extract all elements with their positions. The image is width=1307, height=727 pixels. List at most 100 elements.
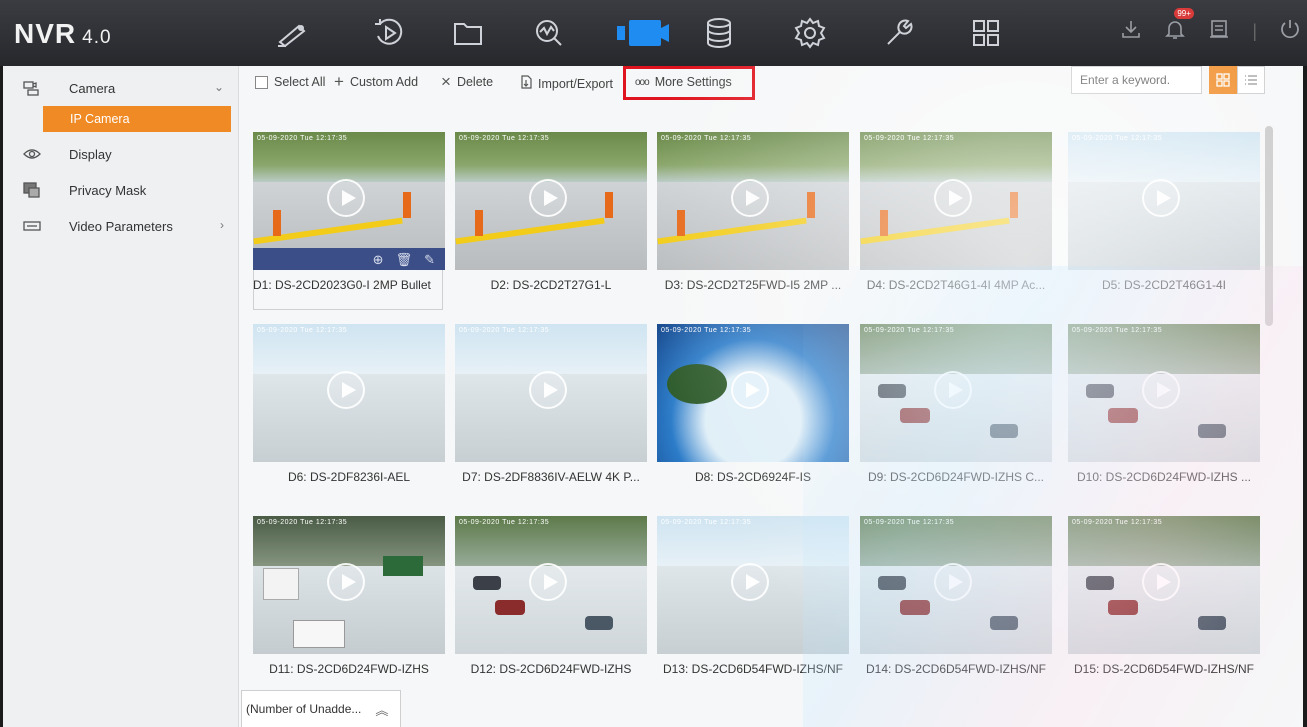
storage-icon[interactable] bbox=[697, 12, 741, 54]
plus-icon: + bbox=[334, 72, 344, 91]
delete-button[interactable]: × Delete bbox=[441, 73, 493, 90]
notification-bell-icon[interactable]: 99+ bbox=[1164, 8, 1194, 45]
sidebar: Camera ⌄ IP Camera Display Privacy Mask … bbox=[3, 66, 239, 727]
play-icon[interactable] bbox=[327, 563, 365, 601]
camera-thumbnail[interactable]: 05-09-2020 Tue 12:17:35 bbox=[1068, 324, 1260, 462]
unadded-devices-tab[interactable]: (Number of Unadde... ︽ bbox=[241, 690, 401, 727]
camera-label: D4: DS-2CD2T46G1-4I 4MP Ac... bbox=[866, 278, 1046, 292]
play-icon[interactable] bbox=[1142, 179, 1180, 217]
camera-thumbnail[interactable]: 05-09-2020 Tue 12:17:35 bbox=[253, 516, 445, 654]
camera-thumbnail[interactable]: 05-09-2020 Tue 12:17:35 bbox=[455, 516, 647, 654]
playback-icon[interactable] bbox=[367, 12, 411, 54]
play-icon[interactable] bbox=[731, 179, 769, 217]
camera-bank-icon bbox=[23, 80, 53, 96]
osd-timestamp: 05-09-2020 Tue 12:17:35 bbox=[1072, 519, 1163, 526]
camera-thumbnail[interactable]: 05-09-2020 Tue 12:17:35 bbox=[1068, 516, 1260, 654]
download-icon[interactable] bbox=[1120, 18, 1142, 45]
import-export-button[interactable]: Import/Export bbox=[520, 75, 613, 92]
sidebar-item-privacy-mask[interactable]: Privacy Mask bbox=[3, 172, 238, 208]
camera-label: D15: DS-2CD6D54FWD-IZHS/NF bbox=[1073, 662, 1255, 676]
camera-label: D7: DS-2DF8836IV-AELW 4K P... bbox=[462, 470, 640, 484]
edit-icon[interactable]: ✎ bbox=[424, 252, 435, 268]
settings-gear-icon[interactable] bbox=[788, 12, 832, 54]
select-all-checkbox[interactable]: Select All bbox=[255, 75, 325, 89]
play-icon[interactable] bbox=[529, 563, 567, 601]
vertical-scrollbar[interactable] bbox=[1265, 126, 1273, 326]
camera-thumbnail[interactable]: 05-09-2020 Tue 12:17:35 bbox=[253, 324, 445, 462]
play-icon[interactable] bbox=[529, 179, 567, 217]
maintenance-wrench-icon[interactable] bbox=[877, 12, 921, 54]
sidebar-subitem-ip-camera[interactable]: IP Camera bbox=[43, 106, 231, 132]
play-icon[interactable] bbox=[934, 563, 972, 601]
play-icon[interactable] bbox=[731, 563, 769, 601]
camera-tile[interactable]: 05-09-2020 Tue 12:17:35 D14: DS-2CD6D54FW… bbox=[860, 516, 1052, 696]
play-icon[interactable] bbox=[327, 371, 365, 409]
camera-config-icon[interactable] bbox=[607, 12, 677, 54]
notification-badge: 99+ bbox=[1174, 8, 1194, 19]
camera-tile[interactable]: 05-09-2020 Tue 12:17:35 D10: DS-2CD6D24FW… bbox=[1068, 324, 1260, 504]
play-icon[interactable] bbox=[934, 179, 972, 217]
osd-timestamp: 05-09-2020 Tue 12:17:35 bbox=[661, 327, 752, 334]
select-all-label: Select All bbox=[274, 75, 326, 89]
play-icon[interactable] bbox=[327, 179, 365, 217]
camera-thumbnail[interactable]: 05-09-2020 Tue 12:17:35 bbox=[455, 324, 647, 462]
sidebar-item-camera[interactable]: Camera ⌄ bbox=[3, 70, 238, 106]
osd-timestamp: 05-09-2020 Tue 12:17:35 bbox=[459, 135, 550, 142]
camera-label: D11: DS-2CD6D24FWD-IZHS bbox=[269, 662, 429, 676]
privacy-mask-icon bbox=[23, 182, 53, 198]
power-icon[interactable] bbox=[1279, 18, 1301, 45]
sidebar-item-video-parameters[interactable]: Video Parameters › bbox=[3, 208, 238, 244]
camera-tile[interactable]: 05-09-2020 Tue 12:17:35 D11: DS-2CD6D24FW… bbox=[253, 516, 445, 696]
camera-thumbnail[interactable]: 05-09-2020 Tue 12:17:35 bbox=[860, 132, 1052, 270]
camera-tile[interactable]: 05-09-2020 Tue 12:17:35 D2: DS-2CD2T27G1-… bbox=[455, 132, 647, 312]
osd-timestamp: 05-09-2020 Tue 12:17:35 bbox=[257, 519, 348, 526]
apps-grid-icon[interactable] bbox=[964, 12, 1008, 54]
camera-tile[interactable]: 05-09-2020 Tue 12:17:35 D6: DS-2DF8236I-A… bbox=[253, 324, 445, 504]
camera-label: D1: DS-2CD2023G0-I 2MP Bullet bbox=[253, 278, 431, 292]
search-input[interactable]: Enter a keyword. bbox=[1071, 66, 1202, 94]
camera-tile[interactable]: 05-09-2020 Tue 12:17:35 D4: DS-2CD2T46G1-… bbox=[860, 132, 1052, 312]
custom-add-button[interactable]: + Custom Add bbox=[334, 72, 419, 91]
delete-icon[interactable]: 🗑 bbox=[396, 252, 413, 268]
camera-label: D5: DS-2CD2T46G1-4I bbox=[1101, 278, 1227, 292]
camera-thumbnail[interactable]: 05-09-2020 Tue 12:17:35 bbox=[657, 132, 849, 270]
camera-tile[interactable]: 05-09-2020 Tue 12:17:35 D9: DS-2CD6D24FWD… bbox=[860, 324, 1052, 504]
camera-thumbnail[interactable]: 05-09-2020 Tue 12:17:35 bbox=[657, 324, 849, 462]
camera-tile[interactable]: 05-09-2020 Tue 12:17:35 D7: DS-2DF8836IV-… bbox=[455, 324, 647, 504]
osd-timestamp: 05-09-2020 Tue 12:17:35 bbox=[661, 135, 752, 142]
play-icon[interactable] bbox=[1142, 371, 1180, 409]
camera-thumbnail[interactable]: 05-09-2020 Tue 12:17:35 bbox=[455, 132, 647, 270]
camera-thumbnail[interactable]: 05-09-2020 Tue 12:17:35 bbox=[1068, 132, 1260, 270]
camera-tile[interactable]: 05-09-2020 Tue 12:17:35 D8: DS-2CD6924F-I… bbox=[657, 324, 849, 504]
custom-add-label: Custom Add bbox=[349, 75, 419, 89]
play-icon[interactable] bbox=[1142, 563, 1180, 601]
camera-thumbnail[interactable]: 05-09-2020 Tue 12:17:35 ⊕ 🗑 ✎ bbox=[253, 132, 445, 270]
camera-tile[interactable]: 05-09-2020 Tue 12:17:35 D15: DS-2CD6D54FW… bbox=[1068, 516, 1260, 696]
smart-analysis-icon[interactable] bbox=[527, 12, 571, 54]
sidebar-item-display[interactable]: Display bbox=[3, 136, 238, 172]
camera-tile[interactable]: 05-09-2020 Tue 12:17:35 D3: DS-2CD2T25FWD… bbox=[657, 132, 849, 312]
camera-live-icon[interactable] bbox=[270, 12, 314, 54]
separator: | bbox=[1252, 21, 1257, 41]
list-view-button[interactable] bbox=[1237, 66, 1265, 94]
upgrade-icon[interactable]: ⊕ bbox=[373, 252, 384, 268]
file-folder-icon[interactable] bbox=[446, 12, 490, 54]
camera-thumbnail[interactable]: 05-09-2020 Tue 12:17:35 bbox=[860, 516, 1052, 654]
play-icon[interactable] bbox=[934, 371, 972, 409]
camera-tile[interactable]: 05-09-2020 Tue 12:17:35 D13: DS-2CD6D54FW… bbox=[657, 516, 849, 696]
play-icon[interactable] bbox=[529, 371, 567, 409]
sidebar-item-label: Display bbox=[69, 146, 112, 162]
annotation-highlight-box bbox=[623, 66, 755, 100]
camera-label: D9: DS-2CD6D24FWD-IZHS C... bbox=[867, 470, 1045, 484]
list-view-icon bbox=[1245, 75, 1257, 85]
camera-tile[interactable]: 05-09-2020 Tue 12:17:35 D5: DS-2CD2T46G1-… bbox=[1068, 132, 1260, 312]
camera-tile[interactable]: 05-09-2020 Tue 12:17:35 D12: DS-2CD6D24FW… bbox=[455, 516, 647, 696]
camera-thumbnail[interactable]: 05-09-2020 Tue 12:17:35 bbox=[657, 516, 849, 654]
user-icon[interactable] bbox=[1208, 18, 1230, 45]
camera-thumbnail[interactable]: 05-09-2020 Tue 12:17:35 bbox=[860, 324, 1052, 462]
osd-timestamp: 05-09-2020 Tue 12:17:35 bbox=[864, 135, 955, 142]
osd-timestamp: 05-09-2020 Tue 12:17:35 bbox=[1072, 327, 1163, 334]
grid-view-button[interactable] bbox=[1209, 66, 1237, 94]
camera-tile[interactable]: 05-09-2020 Tue 12:17:35 ⊕ 🗑 ✎ D1: DS-2CD2023… bbox=[253, 132, 445, 312]
play-icon[interactable] bbox=[731, 371, 769, 409]
